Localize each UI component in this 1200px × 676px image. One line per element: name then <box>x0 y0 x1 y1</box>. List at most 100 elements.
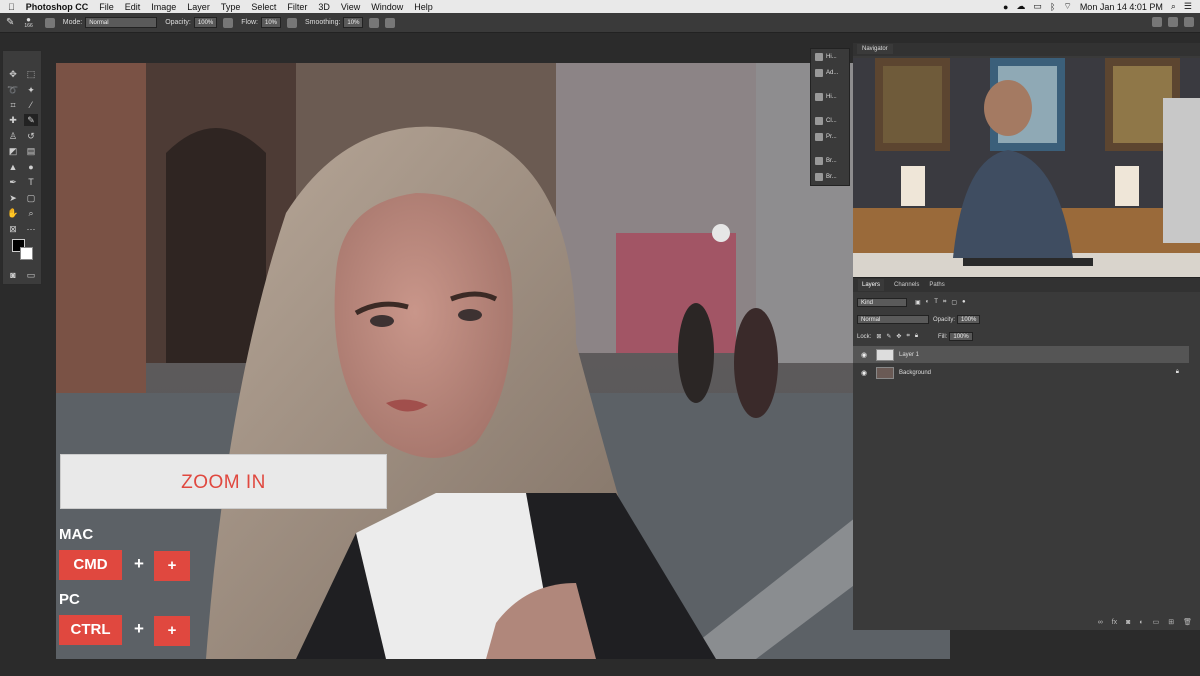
dodge-tool-icon[interactable]: ● <box>24 161 38 173</box>
crop-tool-icon[interactable]: ⌗ <box>6 99 20 111</box>
blur-tool-icon[interactable]: ▲ <box>6 161 20 173</box>
brush-tool-icon[interactable]: ✎ <box>6 17 14 28</box>
search-icon[interactable]: ⌕ <box>1171 1 1176 12</box>
lock-pixels-icon[interactable]: ✎ <box>886 333 891 340</box>
menu-select[interactable]: Select <box>251 2 276 12</box>
smoothing-field[interactable]: 10% <box>343 17 364 28</box>
panel-histogram[interactable]: Hi... <box>815 93 837 101</box>
eraser-icon[interactable]: ◩ <box>6 145 20 157</box>
share-icon[interactable] <box>1184 17 1194 27</box>
add-mask-icon[interactable]: ◙ <box>1126 619 1130 626</box>
path-select-icon[interactable]: ➤ <box>6 192 20 204</box>
mode-select[interactable]: Normal <box>85 17 158 28</box>
bluetooth-icon[interactable]: ᛒ <box>1050 2 1055 12</box>
status-icon[interactable]: ● <box>1003 2 1008 12</box>
layer-style-icon[interactable]: fx <box>1112 619 1117 626</box>
type-tool-icon[interactable]: T <box>24 176 38 188</box>
menu-help[interactable]: Help <box>414 2 433 12</box>
tab-layers[interactable]: Layers <box>858 279 885 291</box>
new-group-icon[interactable]: ▭ <box>1153 618 1160 626</box>
menu-layer[interactable]: Layer <box>187 2 210 12</box>
tab-channels[interactable]: Channels <box>894 282 919 288</box>
link-layers-icon[interactable]: ∞ <box>1098 619 1103 626</box>
brush-tool-icon[interactable]: ✎ <box>24 114 38 126</box>
navigator-preview[interactable] <box>853 58 1200 277</box>
panel-properties[interactable]: Pr... <box>815 133 837 141</box>
filter-shape-icon[interactable]: ⌗ <box>943 299 946 306</box>
lock-all-icon[interactable]: 🔒︎ <box>915 333 918 340</box>
tab-paths[interactable]: Paths <box>929 282 944 288</box>
more-tools-icon[interactable]: ⋯ <box>24 223 38 235</box>
quick-mask-icon[interactable]: ◙ <box>6 269 20 281</box>
new-layer-icon[interactable]: ⊞ <box>1168 618 1174 626</box>
visibility-eye-icon[interactable]: ◉ <box>857 351 871 359</box>
frame-tool-icon[interactable]: ⊠ <box>6 223 20 235</box>
background-color-swatch[interactable] <box>20 247 33 260</box>
visibility-eye-icon[interactable]: ◉ <box>857 369 871 377</box>
marquee-tool-icon[interactable]: ⬚ <box>24 68 38 80</box>
panel-brush-settings[interactable]: Br... <box>815 173 837 181</box>
gradient-icon[interactable]: ▤ <box>24 145 38 157</box>
panel-brushes[interactable]: Br... <box>815 157 837 165</box>
history-brush-icon[interactable]: ↺ <box>24 130 38 142</box>
plus-sign: + <box>134 619 144 638</box>
eyedropper-icon[interactable]: ⁄ <box>24 99 38 111</box>
brush-preset-picker[interactable]: ● 166 <box>24 15 33 29</box>
airbrush-icon[interactable] <box>287 17 297 28</box>
creative-cloud-icon[interactable]: ☁ <box>1016 1 1025 12</box>
layer-filter-select[interactable]: Kind <box>857 298 907 307</box>
lock-artboard-icon[interactable]: ⌗ <box>906 333 909 340</box>
filter-toggle-icon[interactable]: ● <box>962 299 966 306</box>
workspace-icon[interactable] <box>1168 17 1178 27</box>
menu-3d[interactable]: 3D <box>318 2 330 12</box>
layer-fill-field[interactable]: 100% <box>949 332 973 341</box>
menu-file[interactable]: File <box>99 2 114 12</box>
magic-wand-icon[interactable]: ✦ <box>24 84 38 96</box>
symmetry-icon[interactable] <box>385 17 396 28</box>
delete-layer-icon[interactable]: 🗑︎ <box>1183 618 1192 626</box>
app-name-menu[interactable]: Photoshop CC <box>26 2 89 12</box>
control-center-icon[interactable]: ☰ <box>1184 1 1192 12</box>
menu-type[interactable]: Type <box>221 2 241 12</box>
panel-adjustments[interactable]: Ad... <box>815 69 838 77</box>
blend-mode-select[interactable]: Normal <box>857 315 929 324</box>
layer-row-background[interactable]: ◉ Background 🔒︎ <box>853 364 1189 381</box>
screen-mode-icon[interactable]: ▭ <box>24 269 38 281</box>
panel-history[interactable]: Hi... <box>815 53 837 61</box>
shape-tool-icon[interactable]: ▢ <box>24 192 38 204</box>
opacity-field[interactable]: 100% <box>193 17 218 28</box>
lock-position-icon[interactable]: ✥ <box>896 333 901 340</box>
pressure-opacity-icon[interactable] <box>223 17 234 28</box>
filter-type-icon[interactable]: T <box>934 299 938 306</box>
clock[interactable]: Mon Jan 14 4:01 PM <box>1080 2 1163 12</box>
menu-filter[interactable]: Filter <box>287 2 307 12</box>
menu-edit[interactable]: Edit <box>125 2 141 12</box>
clone-stamp-icon[interactable]: ♙ <box>6 130 20 142</box>
layer-opacity-field[interactable]: 100% <box>957 315 981 324</box>
menu-image[interactable]: Image <box>151 2 176 12</box>
brush-size: 166 <box>24 22 33 29</box>
hand-tool-icon[interactable]: ✋ <box>6 207 20 219</box>
flow-field[interactable]: 10% <box>260 17 281 28</box>
lock-transparency-icon[interactable]: ⊠ <box>876 333 881 340</box>
panel-clone-source[interactable]: Cl... <box>815 117 837 125</box>
zoom-tool-icon[interactable]: ⌕ <box>24 207 38 219</box>
wifi-icon[interactable]: ⌔ <box>1063 1 1071 12</box>
menu-window[interactable]: Window <box>371 2 403 12</box>
menu-view[interactable]: View <box>341 2 360 12</box>
filter-smart-icon[interactable]: ▢ <box>951 299 957 306</box>
adjustment-layer-icon[interactable]: ◐ <box>1139 619 1143 626</box>
display-icon[interactable]: ▭ <box>1033 1 1042 12</box>
search-icon[interactable] <box>1152 17 1162 27</box>
brush-panel-icon[interactable] <box>44 17 55 28</box>
apple-icon[interactable]:  <box>8 2 15 12</box>
pen-tool-icon[interactable]: ✒ <box>6 176 20 188</box>
lasso-tool-icon[interactable]: ➰ <box>6 84 20 96</box>
layer-row-layer-1[interactable]: ◉ Layer 1 <box>853 346 1189 363</box>
move-tool-icon[interactable]: ✥ <box>6 68 20 80</box>
filter-pixel-icon[interactable]: ▣ <box>915 299 921 306</box>
filter-adjustment-icon[interactable]: ◐ <box>926 299 930 306</box>
healing-brush-icon[interactable]: ✚ <box>6 114 20 126</box>
smoothing-gear-icon[interactable] <box>369 17 380 28</box>
tab-navigator[interactable]: Navigator <box>857 44 893 54</box>
